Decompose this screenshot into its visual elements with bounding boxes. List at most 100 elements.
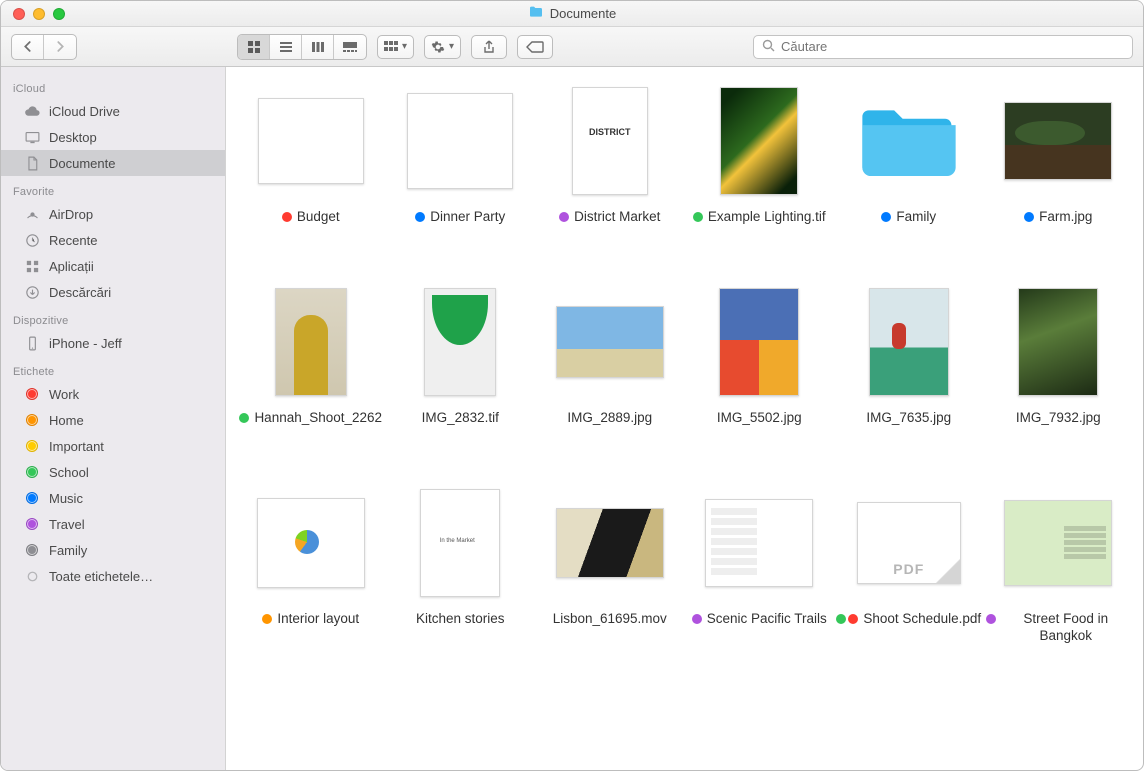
action-button[interactable]: ▾	[424, 35, 461, 59]
arrange-button[interactable]: ▾	[377, 35, 414, 59]
sidebar-item[interactable]: Family	[1, 537, 225, 563]
file-name: Dinner Party	[415, 209, 505, 226]
sidebar-item[interactable]: School	[1, 459, 225, 485]
sidebar-item[interactable]: iPhone - Jeff	[1, 330, 225, 356]
forward-button[interactable]	[44, 35, 76, 59]
sidebar-item-label: Travel	[49, 517, 85, 532]
file-name: Family	[881, 209, 936, 226]
search-icon	[762, 39, 775, 55]
file-name: IMG_5502.jpg	[717, 410, 802, 427]
file-name: District Market	[559, 209, 660, 226]
file-name-text: IMG_2832.tif	[422, 410, 499, 427]
tag-dots	[415, 212, 425, 222]
file-name: Scenic Pacific Trails	[692, 611, 827, 628]
toolbar: ▾ ▾	[1, 27, 1143, 67]
file-thumbnail	[703, 286, 815, 398]
file-thumbnail: In the Market	[404, 487, 516, 599]
window-title: Documente	[1, 4, 1143, 23]
titlebar: Documente	[1, 1, 1143, 27]
sidebar-item[interactable]: Aplicații	[1, 253, 225, 279]
file-name: Hannah_Shoot_2262	[239, 410, 382, 427]
file-name: Budget	[282, 209, 340, 226]
sidebar-item[interactable]: Recente	[1, 227, 225, 253]
tag-dot-icon	[1024, 212, 1034, 222]
view-columns-button[interactable]	[302, 35, 334, 59]
file-name-text: Scenic Pacific Trails	[707, 611, 827, 628]
tag-dot-icon	[23, 440, 41, 452]
file-item[interactable]: Hannah_Shoot_2262	[238, 286, 383, 427]
sidebar-item[interactable]: Descărcări	[1, 279, 225, 305]
file-item[interactable]: IMG_2832.tif	[388, 286, 533, 427]
file-name-text: Street Food in Bangkok	[1001, 611, 1131, 645]
file-item[interactable]: Budget	[238, 85, 383, 226]
sidebar-item[interactable]: Work	[1, 381, 225, 407]
file-item[interactable]: PDFShoot Schedule.pdf	[836, 487, 981, 645]
file-item[interactable]: IMG_7635.jpg	[836, 286, 981, 427]
file-thumbnail	[255, 487, 367, 599]
file-name: Kitchen stories	[416, 611, 505, 628]
file-item[interactable]: Example Lighting.tif	[687, 85, 832, 226]
view-list-button[interactable]	[270, 35, 302, 59]
tag-dots	[262, 614, 272, 624]
tag-dot-icon	[415, 212, 425, 222]
file-name-text: IMG_2889.jpg	[567, 410, 652, 427]
file-name-text: Shoot Schedule.pdf	[863, 611, 981, 628]
file-item[interactable]: Interior layout	[238, 487, 383, 645]
file-item[interactable]: DISTRICTDistrict Market	[537, 85, 682, 226]
back-button[interactable]	[12, 35, 44, 59]
file-item[interactable]: IMG_2889.jpg	[537, 286, 682, 427]
file-item[interactable]: In the Market Kitchen stories	[388, 487, 533, 645]
sidebar-item-label: Descărcări	[49, 285, 111, 300]
sidebar-item-label: Recente	[49, 233, 97, 248]
sidebar-header: Favorite	[1, 176, 225, 201]
search-input[interactable]	[781, 39, 1124, 54]
zoom-button[interactable]	[53, 8, 65, 20]
file-item[interactable]: IMG_7932.jpg	[986, 286, 1131, 427]
file-name-text: Lisbon_61695.mov	[553, 611, 667, 628]
file-item[interactable]: Farm.jpg	[986, 85, 1131, 226]
tag-dots	[986, 614, 996, 624]
sidebar-item-label: Aplicații	[49, 259, 94, 274]
file-name: Farm.jpg	[1024, 209, 1092, 226]
view-icons-button[interactable]	[238, 35, 270, 59]
sidebar-item[interactable]: Documente	[1, 150, 225, 176]
file-item[interactable]: Dinner Party	[388, 85, 533, 226]
tags-button[interactable]	[517, 35, 553, 59]
search-field[interactable]	[753, 35, 1133, 59]
tag-dot-icon	[23, 544, 41, 556]
tag-dots	[1024, 212, 1034, 222]
view-gallery-button[interactable]	[334, 35, 366, 59]
sidebar-item[interactable]: Toate etichetele…	[1, 563, 225, 589]
sidebar-item-label: Toate etichetele…	[49, 569, 153, 584]
file-item[interactable]: IMG_5502.jpg	[687, 286, 832, 427]
sidebar-item-label: Work	[49, 387, 79, 402]
share-button[interactable]	[471, 35, 507, 59]
tag-dots	[836, 614, 858, 624]
file-name-text: District Market	[574, 209, 660, 226]
sidebar-item[interactable]: AirDrop	[1, 201, 225, 227]
sidebar-item[interactable]: Music	[1, 485, 225, 511]
sidebar-header: iCloud	[1, 73, 225, 98]
sidebar-item[interactable]: iCloud Drive	[1, 98, 225, 124]
nav-buttons	[11, 34, 77, 60]
sidebar-item[interactable]: Important	[1, 433, 225, 459]
sidebar-item-label: School	[49, 465, 89, 480]
sidebar: iCloudiCloud DriveDesktopDocumenteFavori…	[1, 67, 226, 770]
file-item[interactable]: Scenic Pacific Trails	[687, 487, 832, 645]
tag-dot-icon	[282, 212, 292, 222]
tag-dot-icon	[836, 614, 846, 624]
tag-dot-icon	[881, 212, 891, 222]
sidebar-item[interactable]: Travel	[1, 511, 225, 537]
tag-dot-icon	[693, 212, 703, 222]
file-name-text: Kitchen stories	[416, 611, 505, 628]
minimize-button[interactable]	[33, 8, 45, 20]
file-item[interactable]: Family	[836, 85, 981, 226]
close-button[interactable]	[13, 8, 25, 20]
sidebar-item[interactable]: Desktop	[1, 124, 225, 150]
file-item[interactable]: Street Food in Bangkok	[986, 487, 1131, 645]
tag-dot-icon	[692, 614, 702, 624]
file-item[interactable]: Lisbon_61695.mov	[537, 487, 682, 645]
file-name-text: IMG_7635.jpg	[866, 410, 951, 427]
chevron-down-icon: ▾	[402, 41, 407, 52]
sidebar-item[interactable]: Home	[1, 407, 225, 433]
